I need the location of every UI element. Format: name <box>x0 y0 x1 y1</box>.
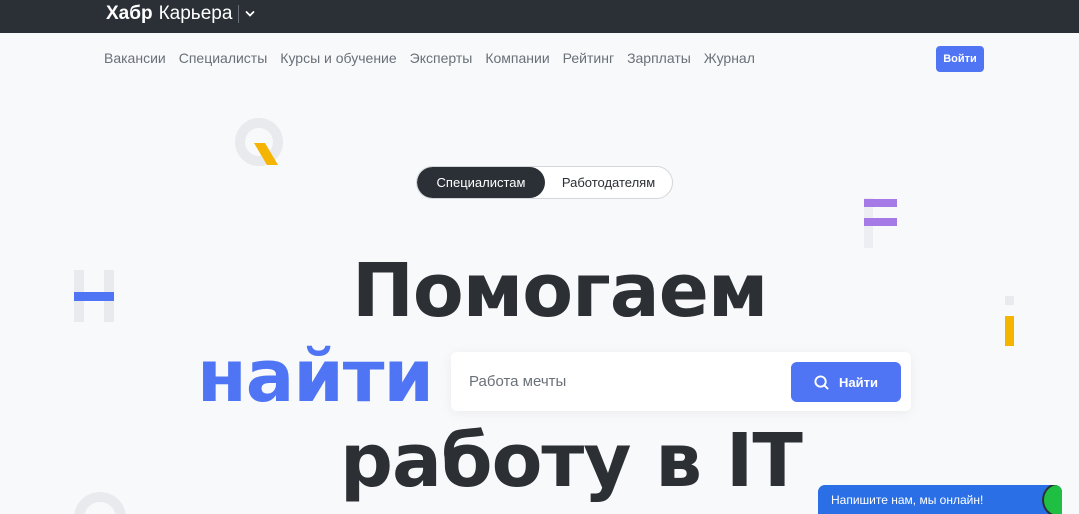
hero-line-2: найти <box>197 334 434 418</box>
brand-separator <box>238 5 240 23</box>
nav-item-courses[interactable]: Курсы и обучение <box>280 50 396 66</box>
decorative-o-icon <box>74 492 126 514</box>
audience-switch: Специалистам Работодателям <box>416 166 673 199</box>
main-nav: Вакансии Специалисты Курсы и обучение Эк… <box>104 50 755 66</box>
nav-item-companies[interactable]: Компании <box>485 50 549 66</box>
hero-line-3: работу в IT <box>340 418 803 504</box>
search-icon <box>814 374 829 390</box>
online-indicator-icon <box>1042 485 1062 514</box>
nav-item-salaries[interactable]: Зарплаты <box>627 50 691 66</box>
search-button-label: Найти <box>839 374 878 390</box>
chevron-down-icon[interactable] <box>243 7 257 21</box>
chat-widget-label: Напишите нам, мы онлайн! <box>831 492 984 507</box>
brand-name-rest: Карьера <box>158 3 233 24</box>
search-box: Найти <box>451 352 911 411</box>
decorative-h-icon <box>74 270 114 322</box>
top-bar: Хабр Карьера <box>0 0 1079 33</box>
brand-name-bold: Хабр <box>106 3 153 24</box>
nav-item-journal[interactable]: Журнал <box>704 50 755 66</box>
nav-item-specialists[interactable]: Специалисты <box>179 50 268 66</box>
tab-specialists[interactable]: Специалистам <box>417 167 545 198</box>
login-button[interactable]: Войти <box>936 46 984 72</box>
decorative-f-icon <box>864 198 897 248</box>
nav-item-vacancies[interactable]: Вакансии <box>104 50 166 66</box>
hero-line-1: Помогаем <box>352 248 768 334</box>
brand-logo[interactable]: Хабр Карьера <box>106 3 257 25</box>
chat-widget[interactable]: Напишите нам, мы онлайн! <box>818 485 1062 514</box>
decorative-i-icon <box>1005 296 1014 346</box>
search-button[interactable]: Найти <box>791 362 901 402</box>
nav-item-rating[interactable]: Рейтинг <box>563 50 614 66</box>
decorative-q-icon <box>235 118 283 166</box>
tab-employers[interactable]: Работодателям <box>545 167 672 198</box>
nav-item-experts[interactable]: Эксперты <box>410 50 473 66</box>
search-input[interactable] <box>469 352 789 411</box>
